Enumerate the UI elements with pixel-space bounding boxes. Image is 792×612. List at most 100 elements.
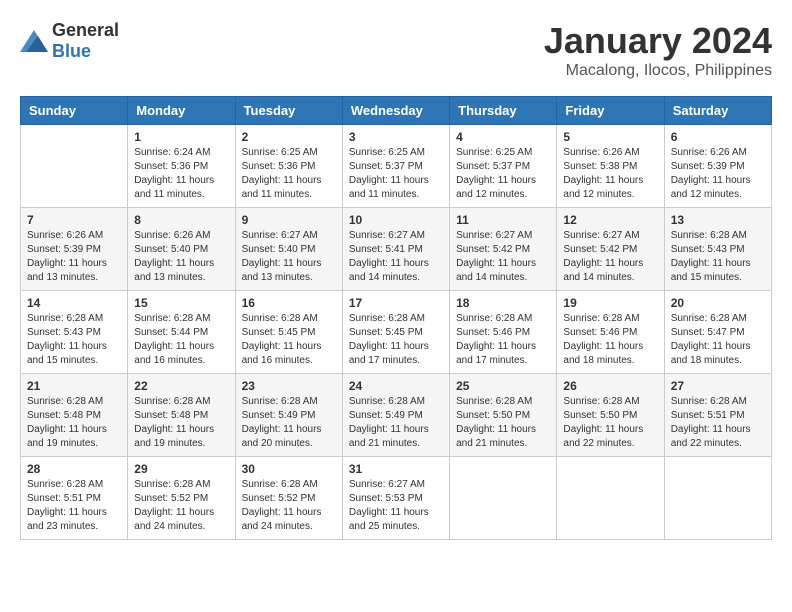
calendar-table: SundayMondayTuesdayWednesdayThursdayFrid… — [20, 96, 772, 540]
day-info: Sunrise: 6:28 AM Sunset: 5:45 PM Dayligh… — [242, 312, 336, 368]
calendar-day-cell: 10 Sunrise: 6:27 AM Sunset: 5:41 PM Dayli… — [342, 208, 449, 291]
calendar-day-cell: 1Sunrise: 6:24 AM Sunset: 5:36 PM Daylig… — [128, 125, 235, 208]
calendar-week-row: 28 Sunrise: 6:28 AM Sunset: 5:51 PM Dayli… — [21, 457, 772, 540]
day-info: Sunrise: 6:28 AM Sunset: 5:44 PM Dayligh… — [134, 312, 228, 368]
day-info: Sunrise: 6:28 AM Sunset: 5:51 PM Dayligh… — [671, 395, 765, 451]
calendar-day-cell: 24 Sunrise: 6:28 AM Sunset: 5:49 PM Dayli… — [342, 374, 449, 457]
day-info: Sunrise: 6:28 AM Sunset: 5:48 PM Dayligh… — [27, 395, 121, 451]
calendar-day-cell: 18 Sunrise: 6:28 AM Sunset: 5:46 PM Dayli… — [450, 291, 557, 374]
day-of-week-header: Friday — [557, 97, 664, 125]
day-info: Sunrise: 6:28 AM Sunset: 5:46 PM Dayligh… — [563, 312, 657, 368]
calendar-day-cell: 31Sunrise: 6:27 AM Sunset: 5:53 PM Dayli… — [342, 457, 449, 540]
day-number: 3 — [349, 130, 443, 144]
day-info: Sunrise: 6:28 AM Sunset: 5:45 PM Dayligh… — [349, 312, 443, 368]
day-number: 2 — [242, 130, 336, 144]
logo-general: General — [52, 20, 119, 40]
day-number: 11 — [456, 213, 550, 227]
day-number: 24 — [349, 379, 443, 393]
day-info: Sunrise: 6:26 AM Sunset: 5:39 PM Dayligh… — [671, 146, 765, 202]
day-info: Sunrise: 6:27 AM Sunset: 5:42 PM Dayligh… — [456, 229, 550, 285]
calendar-week-row: 1Sunrise: 6:24 AM Sunset: 5:36 PM Daylig… — [21, 125, 772, 208]
calendar-header-row: SundayMondayTuesdayWednesdayThursdayFrid… — [21, 97, 772, 125]
calendar-day-cell: 19 Sunrise: 6:28 AM Sunset: 5:46 PM Dayli… — [557, 291, 664, 374]
calendar-week-row: 21 Sunrise: 6:28 AM Sunset: 5:48 PM Dayli… — [21, 374, 772, 457]
day-info: Sunrise: 6:24 AM Sunset: 5:36 PM Dayligh… — [134, 146, 228, 202]
day-info: Sunrise: 6:28 AM Sunset: 5:46 PM Dayligh… — [456, 312, 550, 368]
day-info: Sunrise: 6:28 AM Sunset: 5:43 PM Dayligh… — [671, 229, 765, 285]
calendar-day-cell — [21, 125, 128, 208]
logo-text: General Blue — [52, 20, 119, 62]
day-info: Sunrise: 6:26 AM Sunset: 5:38 PM Dayligh… — [563, 146, 657, 202]
day-info: Sunrise: 6:28 AM Sunset: 5:52 PM Dayligh… — [134, 478, 228, 534]
day-info: Sunrise: 6:28 AM Sunset: 5:47 PM Dayligh… — [671, 312, 765, 368]
day-number: 4 — [456, 130, 550, 144]
day-number: 12 — [563, 213, 657, 227]
day-number: 9 — [242, 213, 336, 227]
day-number: 28 — [27, 462, 121, 476]
day-info: Sunrise: 6:28 AM Sunset: 5:52 PM Dayligh… — [242, 478, 336, 534]
day-of-week-header: Saturday — [664, 97, 771, 125]
day-number: 30 — [242, 462, 336, 476]
title-area: January 2024 Macalong, Ilocos, Philippin… — [544, 20, 772, 80]
day-of-week-header: Thursday — [450, 97, 557, 125]
calendar-day-cell — [557, 457, 664, 540]
day-info: Sunrise: 6:25 AM Sunset: 5:37 PM Dayligh… — [456, 146, 550, 202]
day-info: Sunrise: 6:28 AM Sunset: 5:50 PM Dayligh… — [456, 395, 550, 451]
day-number: 18 — [456, 296, 550, 310]
day-number: 7 — [27, 213, 121, 227]
calendar-day-cell: 4 Sunrise: 6:25 AM Sunset: 5:37 PM Daylig… — [450, 125, 557, 208]
calendar-week-row: 7Sunrise: 6:26 AM Sunset: 5:39 PM Daylig… — [21, 208, 772, 291]
day-info: Sunrise: 6:27 AM Sunset: 5:53 PM Dayligh… — [349, 478, 443, 534]
day-info: Sunrise: 6:28 AM Sunset: 5:51 PM Dayligh… — [27, 478, 121, 534]
calendar-day-cell: 23 Sunrise: 6:28 AM Sunset: 5:49 PM Dayli… — [235, 374, 342, 457]
day-number: 25 — [456, 379, 550, 393]
day-of-week-header: Sunday — [21, 97, 128, 125]
day-number: 29 — [134, 462, 228, 476]
header: General Blue January 2024 Macalong, Iloc… — [20, 20, 772, 80]
day-info: Sunrise: 6:25 AM Sunset: 5:36 PM Dayligh… — [242, 146, 336, 202]
day-number: 17 — [349, 296, 443, 310]
logo: General Blue — [20, 20, 119, 62]
day-number: 8 — [134, 213, 228, 227]
calendar-day-cell: 28 Sunrise: 6:28 AM Sunset: 5:51 PM Dayli… — [21, 457, 128, 540]
day-info: Sunrise: 6:26 AM Sunset: 5:40 PM Dayligh… — [134, 229, 228, 285]
calendar-day-cell: 14Sunrise: 6:28 AM Sunset: 5:43 PM Dayli… — [21, 291, 128, 374]
day-number: 10 — [349, 213, 443, 227]
day-info: Sunrise: 6:28 AM Sunset: 5:50 PM Dayligh… — [563, 395, 657, 451]
day-of-week-header: Tuesday — [235, 97, 342, 125]
day-info: Sunrise: 6:27 AM Sunset: 5:41 PM Dayligh… — [349, 229, 443, 285]
calendar-week-row: 14Sunrise: 6:28 AM Sunset: 5:43 PM Dayli… — [21, 291, 772, 374]
location-title: Macalong, Ilocos, Philippines — [544, 62, 772, 80]
calendar-day-cell: 8 Sunrise: 6:26 AM Sunset: 5:40 PM Daylig… — [128, 208, 235, 291]
day-number: 26 — [563, 379, 657, 393]
day-number: 23 — [242, 379, 336, 393]
day-number: 27 — [671, 379, 765, 393]
day-number: 19 — [563, 296, 657, 310]
calendar-day-cell: 27 Sunrise: 6:28 AM Sunset: 5:51 PM Dayli… — [664, 374, 771, 457]
day-number: 5 — [563, 130, 657, 144]
day-number: 21 — [27, 379, 121, 393]
day-info: Sunrise: 6:28 AM Sunset: 5:49 PM Dayligh… — [242, 395, 336, 451]
calendar-day-cell: 21 Sunrise: 6:28 AM Sunset: 5:48 PM Dayli… — [21, 374, 128, 457]
logo-blue: Blue — [52, 41, 91, 61]
calendar-day-cell: 15 Sunrise: 6:28 AM Sunset: 5:44 PM Dayli… — [128, 291, 235, 374]
calendar-day-cell: 3 Sunrise: 6:25 AM Sunset: 5:37 PM Daylig… — [342, 125, 449, 208]
calendar-day-cell: 26 Sunrise: 6:28 AM Sunset: 5:50 PM Dayli… — [557, 374, 664, 457]
calendar-day-cell: 17 Sunrise: 6:28 AM Sunset: 5:45 PM Dayli… — [342, 291, 449, 374]
day-info: Sunrise: 6:27 AM Sunset: 5:42 PM Dayligh… — [563, 229, 657, 285]
day-of-week-header: Monday — [128, 97, 235, 125]
calendar-day-cell: 29 Sunrise: 6:28 AM Sunset: 5:52 PM Dayli… — [128, 457, 235, 540]
calendar-day-cell: 7Sunrise: 6:26 AM Sunset: 5:39 PM Daylig… — [21, 208, 128, 291]
calendar-day-cell: 5 Sunrise: 6:26 AM Sunset: 5:38 PM Daylig… — [557, 125, 664, 208]
calendar-day-cell: 25 Sunrise: 6:28 AM Sunset: 5:50 PM Dayli… — [450, 374, 557, 457]
calendar-day-cell: 9 Sunrise: 6:27 AM Sunset: 5:40 PM Daylig… — [235, 208, 342, 291]
day-info: Sunrise: 6:25 AM Sunset: 5:37 PM Dayligh… — [349, 146, 443, 202]
calendar-day-cell: 12 Sunrise: 6:27 AM Sunset: 5:42 PM Dayli… — [557, 208, 664, 291]
day-number: 15 — [134, 296, 228, 310]
day-info: Sunrise: 6:27 AM Sunset: 5:40 PM Dayligh… — [242, 229, 336, 285]
day-number: 13 — [671, 213, 765, 227]
day-info: Sunrise: 6:28 AM Sunset: 5:49 PM Dayligh… — [349, 395, 443, 451]
calendar-day-cell: 22Sunrise: 6:28 AM Sunset: 5:48 PM Dayli… — [128, 374, 235, 457]
calendar-day-cell: 11 Sunrise: 6:27 AM Sunset: 5:42 PM Dayli… — [450, 208, 557, 291]
calendar-day-cell: 30 Sunrise: 6:28 AM Sunset: 5:52 PM Dayli… — [235, 457, 342, 540]
